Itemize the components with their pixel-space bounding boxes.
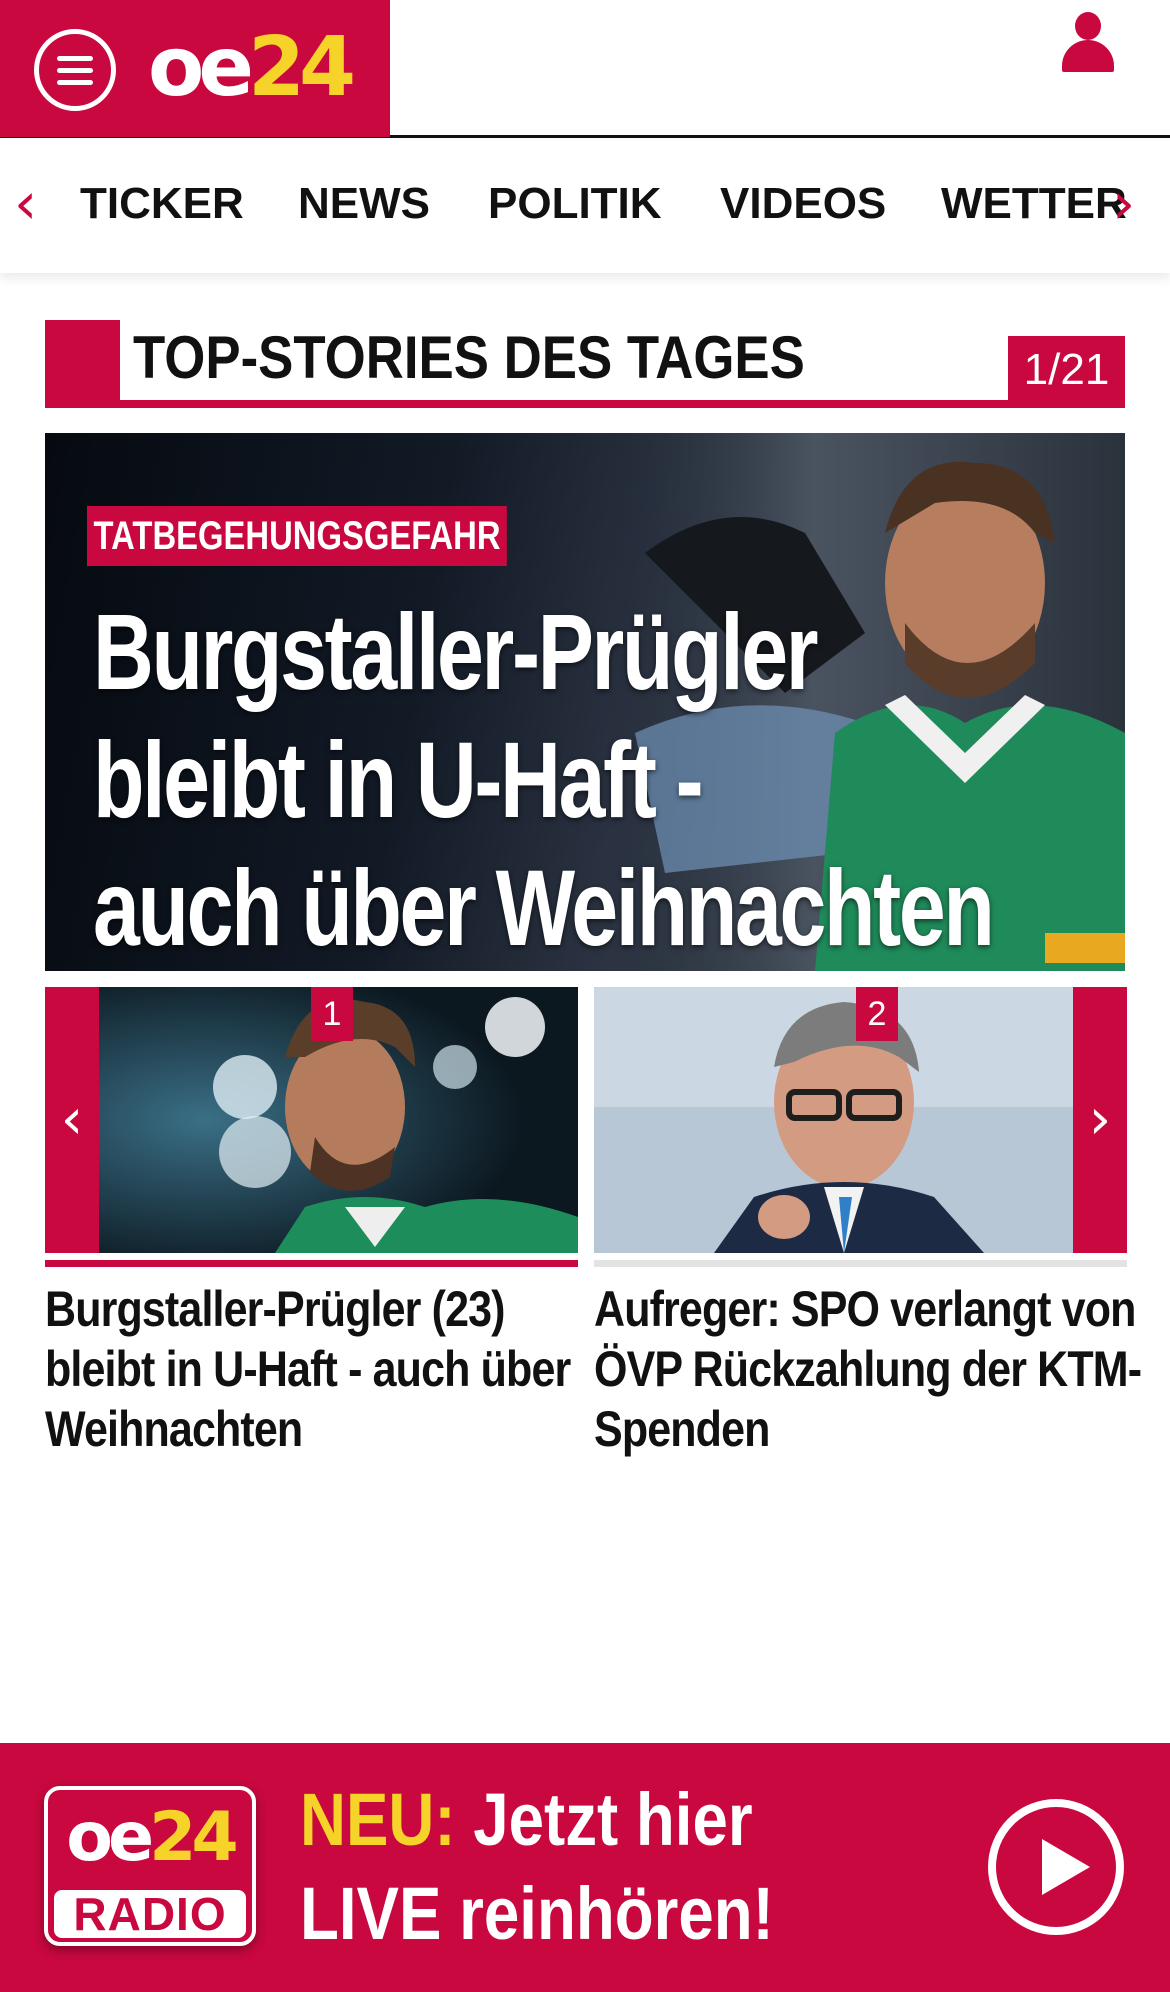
nav-item-politik[interactable]: POLITIK [488,179,662,229]
teaser-inactive-indicator [594,1260,1127,1267]
radio-line-1: Jetzt hier [473,1778,753,1861]
section-marker [45,320,120,408]
nav-item-wetter[interactable]: WETTER [941,179,1127,229]
hero-headline-line: auch über Weihnachten [93,847,995,968]
teaser-caption-line: Burgstaller-Prügler (23) [45,1281,506,1337]
nav-item-videos[interactable]: VIDEOS [720,179,886,229]
hamburger-menu-icon[interactable] [34,29,116,111]
hero-headline[interactable]: Burgstaller-Prügler bleibt in U-Haft - a… [93,588,995,971]
brand-block: oe24 [0,0,390,137]
teaser-caption-line: Weihnachten [45,1401,303,1457]
category-nav: ‹ TICKER NEWS POLITIK VIDEOS WETTER › [0,141,1170,273]
nav-scroll-right-icon[interactable]: › [1112,173,1135,233]
section-title: TOP-STORIES DES TAGES [133,324,805,391]
radio-logo: oe24 RADIO [44,1786,256,1946]
teaser-caption-line: bleibt in U-Haft - auch über [45,1341,571,1397]
teaser-caption-line: ÖVP Rückzahlung der KTM- [594,1341,1142,1397]
teaser-caption-2[interactable]: Aufreger: SPO verlangt von ÖVP Rückzahlu… [594,1279,1142,1459]
teaser-caption-line: Aufreger: SPO verlangt von [594,1281,1136,1337]
nav-item-ticker[interactable]: TICKER [80,179,244,229]
hero-story[interactable]: TATBEGEHUNGSGEFAHR Burgstaller-Prügler b… [45,433,1125,971]
radio-line-2: LIVE reinhören! [300,1872,774,1955]
radio-banner[interactable]: oe24 RADIO NEU: Jetzt hier LIVE reinhöre… [0,1743,1170,1992]
teaser-card-2[interactable]: 2 › Aufreger: SPO verlangt von ÖVP Rückz… [594,987,1142,1459]
radio-neu-label: NEU: [300,1778,456,1861]
section-header: TOP-STORIES DES TAGES 1/21 [45,320,1125,408]
hero-headline-line: bleibt in U-Haft - [93,719,704,840]
slider-next-icon[interactable]: › [1073,987,1127,1253]
radio-promo-text: NEU: Jetzt hier LIVE reinhören! [300,1773,774,1961]
teaser-active-indicator [45,1260,578,1267]
slide-counter: 1/21 [1008,336,1125,404]
nav-scroll-left-icon[interactable]: ‹ [14,173,37,233]
teaser-number-badge: 1 [311,987,353,1041]
site-logo[interactable]: oe24 [148,20,356,116]
slider-prev-icon[interactable]: ‹ [45,987,99,1253]
teaser-caption-1[interactable]: Burgstaller-Prügler (23) bleibt in U-Haf… [45,1279,571,1459]
hero-kicker: TATBEGEHUNGSGEFAHR [87,506,508,566]
site-header: oe24 [0,0,1170,138]
teaser-image-2: 2 › [594,987,1127,1253]
hero-headline-line: Burgstaller-Prügler [93,591,819,712]
teaser-card-1[interactable]: ‹ 1 Burgstaller-Prügler (23) bleibt in U… [45,987,578,1459]
nav-item-news[interactable]: NEWS [298,179,430,229]
section-divider [45,400,1125,408]
play-icon[interactable] [988,1799,1124,1935]
teaser-image-1: ‹ 1 [45,987,578,1253]
teaser-caption-line: Spenden [594,1401,770,1457]
radio-logo-label: RADIO [54,1890,246,1938]
teaser-number-badge: 2 [856,987,898,1041]
user-profile-icon[interactable] [1062,12,1114,72]
